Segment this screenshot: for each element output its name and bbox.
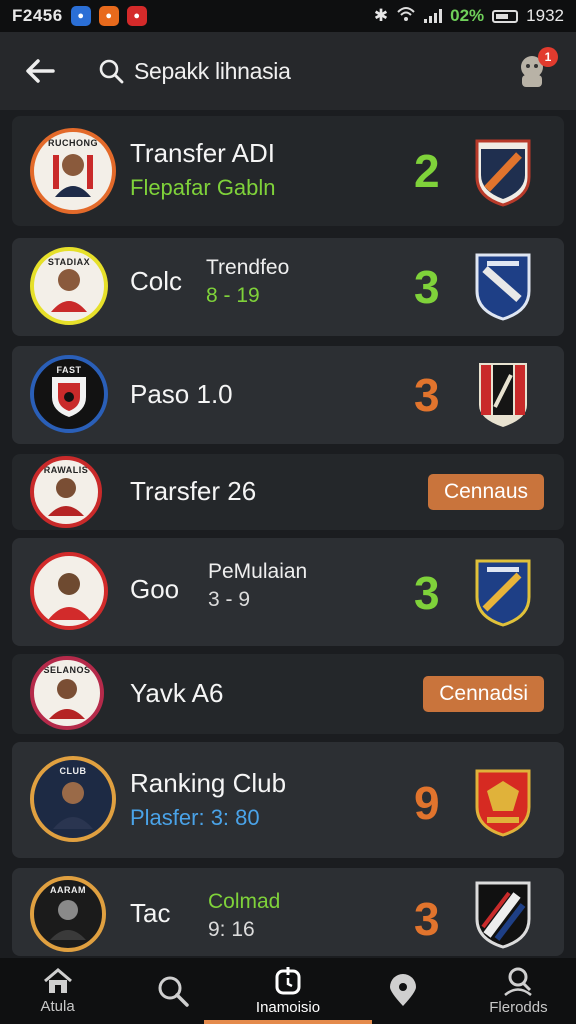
item-name: Goo: [130, 574, 180, 604]
nav-location[interactable]: [346, 958, 461, 1024]
item-score: 9: [414, 777, 440, 829]
profile-button[interactable]: 1: [512, 47, 558, 91]
person-search-icon: [504, 967, 533, 996]
item-name: Trarsfer 26: [130, 476, 257, 506]
player-avatar: CLUB: [30, 756, 116, 842]
item-subtitle: Plasfer: 3: 80: [130, 805, 260, 830]
player-avatar: RUCHONG: [30, 128, 116, 214]
club-badge-icon: [472, 766, 534, 838]
action-button[interactable]: Cennaus: [427, 474, 544, 510]
avatar-ring-text: SELANOS: [43, 665, 91, 676]
list-item[interactable]: SELANOS Yavk A6 Cennadsi: [12, 654, 564, 734]
bluetooth-icon: ✱: [373, 6, 389, 25]
status-bar: F2456 ● ● ● ✱ 02% 1932: [0, 0, 576, 32]
list-item[interactable]: CLUB Ranking Club Plasfer: 3: 80 9: [12, 742, 564, 858]
player-avatar: SELANOS: [30, 656, 104, 730]
signal-icon: [424, 9, 443, 23]
active-tab-indicator: [204, 1020, 372, 1024]
avatar-ring-text: RAWALIS: [43, 465, 89, 476]
header: Sepakk lihnasia 1: [0, 32, 576, 110]
back-arrow-icon: [26, 59, 55, 83]
item-side-title: PeMulaian: [208, 560, 308, 583]
item-name: Yavk A6: [130, 678, 224, 708]
app-notification-icon: ●: [70, 6, 91, 26]
player-avatar: [30, 552, 108, 630]
wifi-icon: [396, 6, 416, 27]
player-avatar: STADIAX: [30, 247, 108, 325]
status-clock: 1932: [526, 6, 564, 25]
list-item[interactable]: FAST Paso 1.0 3: [12, 346, 564, 444]
location-icon: [390, 974, 417, 1006]
battery-percent: 02%: [450, 6, 485, 25]
player-avatar: AARAM: [30, 876, 106, 952]
item-side-title: Trendfeo: [206, 256, 290, 279]
club-badge-icon: [472, 250, 534, 322]
avatar-ring-text: RUCHONG: [48, 138, 98, 149]
item-score: 3: [414, 369, 440, 421]
player-avatar: RAWALIS: [30, 456, 102, 528]
item-score: 3: [414, 261, 440, 313]
item-name: Colc: [130, 266, 183, 296]
search-query[interactable]: Sepakk lihnasia: [134, 58, 291, 85]
nav-label: Atula: [40, 998, 75, 1015]
item-name: Paso 1.0: [130, 379, 233, 409]
item-name: Ranking Club: [130, 768, 287, 798]
avatar-ring-text: AARAM: [50, 885, 86, 896]
list-item[interactable]: AARAM Tac Colmad 9: 16 3: [12, 868, 564, 956]
item-score: 2: [414, 145, 440, 197]
nav-home[interactable]: Atula: [0, 958, 115, 1024]
search-icon: [158, 976, 189, 1007]
action-button[interactable]: Cennadsi: [423, 676, 544, 712]
nav-search[interactable]: [115, 958, 230, 1024]
item-side-score: 8 - 19: [206, 284, 260, 307]
item-side-score: 9: 16: [208, 918, 255, 941]
bottom-navigation: Atula Inamoisio Flerodds: [0, 958, 576, 1024]
avatar-ring-text: CLUB: [59, 766, 87, 777]
item-name: Tac: [130, 898, 171, 928]
avatar-ring-text: FAST: [56, 364, 82, 375]
nav-label: Flerodds: [489, 999, 548, 1016]
club-badge-icon: [472, 878, 534, 950]
item-subtitle: Flepafar Gabln: [130, 175, 276, 200]
nav-live[interactable]: Inamoisio: [230, 958, 345, 1024]
battery-icon: [492, 9, 519, 23]
list-item[interactable]: RAWALIS Trarsfer 26 Cennaus: [12, 454, 564, 530]
club-avatar: FAST: [30, 355, 108, 433]
app-notification-icon: ●: [126, 6, 147, 26]
list-item[interactable]: Goo PeMulaian 3 - 9 3: [12, 538, 564, 646]
item-side-score: 3 - 9: [208, 588, 251, 611]
club-badge-icon: [472, 358, 534, 430]
nav-players[interactable]: Flerodds: [461, 958, 576, 1024]
back-button[interactable]: [24, 55, 56, 87]
app-notification-icon: ●: [98, 6, 119, 26]
nav-label: Inamoisio: [255, 999, 321, 1016]
list-item[interactable]: STADIAX Colc Trendfeo 8 - 19 3: [12, 238, 564, 336]
item-score: 3: [414, 893, 440, 945]
club-badge-icon: [472, 556, 534, 628]
list-item[interactable]: RUCHONG Transfer ADI Flepafar Gabln 2: [12, 116, 564, 226]
home-icon: [43, 968, 72, 993]
notification-badge: 1: [538, 47, 558, 67]
avatar-ring-text: STADIAX: [47, 256, 91, 267]
status-time: F2456: [12, 6, 63, 25]
item-side-title: Colmad: [208, 890, 281, 913]
search-icon: [99, 59, 124, 84]
item-name: Transfer ADI: [130, 138, 275, 168]
timer-icon: [275, 967, 301, 995]
search-bar[interactable]: Sepakk lihnasia: [98, 58, 291, 85]
club-badge-icon: [472, 136, 534, 208]
item-score: 3: [414, 567, 440, 619]
